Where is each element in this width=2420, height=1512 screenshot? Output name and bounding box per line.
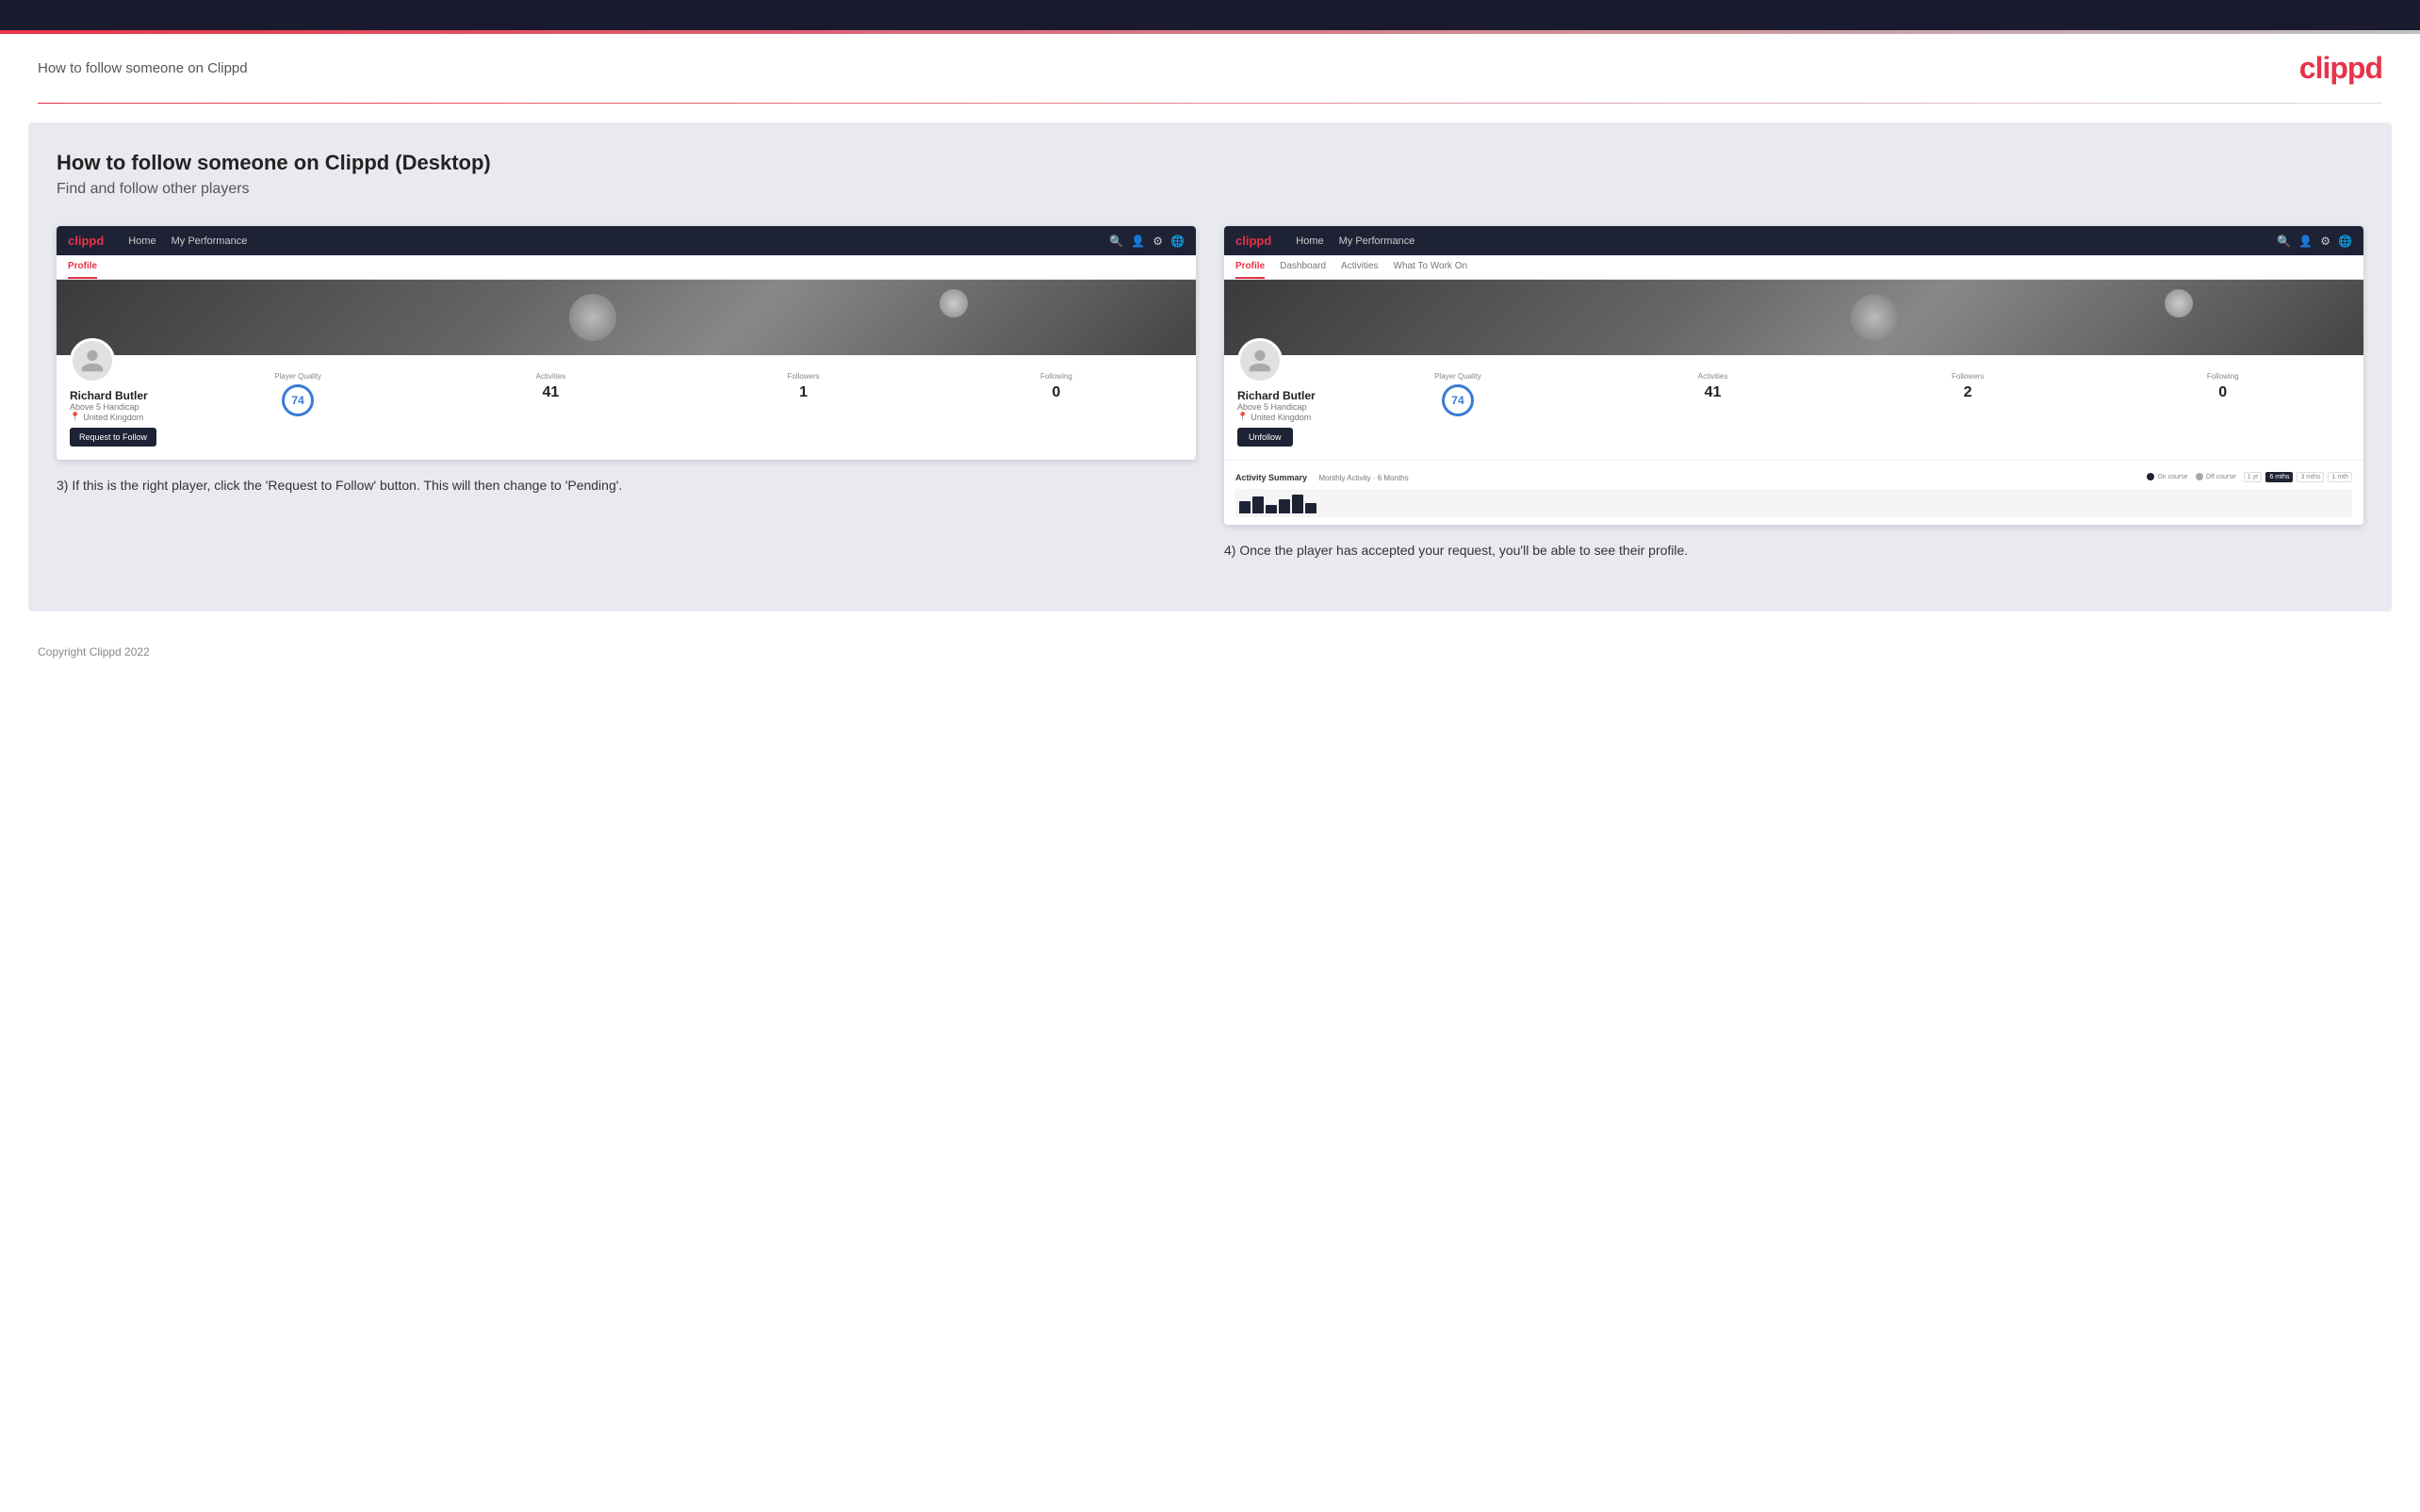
- mockup-2-profile: Richard Butler Above 5 Handicap 📍 United…: [1224, 355, 2363, 460]
- activity-header: Activity Summary Monthly Activity · 6 Mo…: [1235, 468, 2352, 485]
- avatar-2: [1237, 338, 1283, 383]
- mockup-2-banner: [1224, 280, 2363, 355]
- filter-1yr[interactable]: 1 yr: [2244, 472, 2263, 482]
- header: How to follow someone on Clippd clippd: [0, 34, 2420, 103]
- main-content: How to follow someone on Clippd (Desktop…: [28, 122, 2392, 611]
- stat-following-2: Following 0: [2095, 372, 2350, 447]
- activity-chart: [1235, 489, 2352, 517]
- chart-bar-6: [1305, 503, 1316, 513]
- search-icon-2[interactable]: 🔍: [2277, 235, 2291, 248]
- stat-quality-2: Player Quality 74: [1331, 372, 1586, 447]
- chart-bar-2: [1252, 496, 1264, 513]
- chart-bar-3: [1266, 505, 1277, 513]
- mockup-2-nav: clippd Home My Performance 🔍 👤 ⚙ 🌐: [1224, 226, 2363, 255]
- description-3: 3) If this is the right player, click th…: [57, 475, 1196, 496]
- header-divider: [38, 103, 2382, 104]
- mockup-1-nav-icons: 🔍 👤 ⚙ 🌐: [1109, 235, 1185, 248]
- page-heading: How to follow someone on Clippd (Desktop…: [57, 151, 2363, 175]
- search-icon[interactable]: 🔍: [1109, 235, 1123, 248]
- settings-icon[interactable]: ⚙: [1153, 235, 1163, 248]
- stat-quality-1: Player Quality 74: [172, 372, 424, 447]
- quality-circle-2: 74: [1442, 384, 1474, 416]
- copyright: Copyright Clippd 2022: [38, 645, 150, 658]
- filter-6mths[interactable]: 6 mths: [2265, 472, 2293, 482]
- mockup-1-profile: Richard Butler Above 5 Handicap 📍 United…: [57, 355, 1196, 460]
- activity-legend: On course Off course: [2147, 473, 2235, 480]
- player-name-1: Richard Butler: [70, 389, 156, 402]
- mockup-1-nav-home[interactable]: Home: [128, 236, 155, 247]
- activity-filters: 1 yr 6 mths 3 mths 1 mth: [2244, 472, 2352, 482]
- stat-activities-1: Activities 41: [424, 372, 677, 447]
- banner-circle-3: [1851, 294, 1898, 341]
- logo: clippd: [2299, 51, 2382, 86]
- banner-circle-1: [569, 294, 616, 341]
- mockup-2-logo: clippd: [1235, 234, 1271, 248]
- filter-3mths[interactable]: 3 mths: [2297, 472, 2324, 482]
- mockup-2-nav-home[interactable]: Home: [1296, 236, 1323, 247]
- activity-title: Activity Summary: [1235, 473, 1307, 482]
- tab-profile-2[interactable]: Profile: [1235, 261, 1265, 279]
- stat-activities-2: Activities 41: [1585, 372, 1840, 447]
- screenshot-col-2: clippd Home My Performance 🔍 👤 ⚙ 🌐 Profi…: [1224, 226, 2363, 561]
- banner-circle-4: [2165, 289, 2193, 317]
- mockup-2-activity: Activity Summary Monthly Activity · 6 Mo…: [1224, 460, 2363, 525]
- location-icon-1: 📍: [70, 412, 80, 422]
- player-hcp-1: Above 5 Handicap: [70, 402, 156, 412]
- stat-followers-1: Followers 1: [678, 372, 930, 447]
- chart-bar-5: [1292, 495, 1303, 513]
- top-bar: [0, 0, 2420, 30]
- unfollow-button[interactable]: Unfollow: [1237, 428, 1293, 447]
- tab-profile[interactable]: Profile: [68, 261, 97, 279]
- legend-oncourse: On course: [2147, 473, 2187, 480]
- screenshots-row: clippd Home My Performance 🔍 👤 ⚙ 🌐 Profi…: [57, 226, 2363, 561]
- stat-followers-2: Followers 2: [1840, 372, 2096, 447]
- mockup-2: clippd Home My Performance 🔍 👤 ⚙ 🌐 Profi…: [1224, 226, 2363, 525]
- mockup-1-nav: clippd Home My Performance 🔍 👤 ⚙ 🌐: [57, 226, 1196, 255]
- legend-dot-oncourse: [2147, 473, 2154, 480]
- chart-bar-1: [1239, 501, 1251, 513]
- mockup-1-logo: clippd: [68, 234, 104, 248]
- banner-circle-2: [940, 289, 968, 317]
- player-location-2: 📍 United Kingdom: [1237, 412, 1316, 422]
- chart-bar-4: [1279, 499, 1290, 513]
- mockup-2-nav-icons: 🔍 👤 ⚙ 🌐: [2277, 235, 2352, 248]
- tab-activities[interactable]: Activities: [1341, 261, 1378, 279]
- tab-dashboard[interactable]: Dashboard: [1280, 261, 1326, 279]
- request-to-follow-button[interactable]: Request to Follow: [70, 428, 156, 447]
- mockup-1-banner-img: [57, 280, 1196, 355]
- user-icon[interactable]: 👤: [1131, 235, 1145, 248]
- header-title: How to follow someone on Clippd: [38, 60, 248, 76]
- tab-whattoworkon[interactable]: What To Work On: [1394, 261, 1468, 279]
- mockup-1-tabs: Profile: [57, 255, 1196, 280]
- user-icon-2[interactable]: 👤: [2298, 235, 2313, 248]
- location-icon-2: 📍: [1237, 412, 1248, 422]
- mockup-2-banner-img: [1224, 280, 2363, 355]
- mockup-1-nav-myperformance[interactable]: My Performance: [172, 236, 248, 247]
- activity-subtitle: Monthly Activity · 6 Months: [1318, 474, 1408, 482]
- globe-icon-2[interactable]: 🌐: [2338, 235, 2352, 248]
- description-4: 4) Once the player has accepted your req…: [1224, 540, 2363, 561]
- legend-offcourse: Off course: [2196, 473, 2236, 480]
- legend-dot-offcourse: [2196, 473, 2203, 480]
- mockup-1-banner: [57, 280, 1196, 355]
- player-name-2: Richard Butler: [1237, 389, 1316, 402]
- footer: Copyright Clippd 2022: [0, 630, 2420, 674]
- globe-icon[interactable]: 🌐: [1170, 235, 1185, 248]
- avatar-1: [70, 338, 115, 383]
- mockup-2-nav-myperformance[interactable]: My Performance: [1339, 236, 1415, 247]
- settings-icon-2[interactable]: ⚙: [2320, 235, 2330, 248]
- mockup-2-tabs: Profile Dashboard Activities What To Wor…: [1224, 255, 2363, 280]
- player-location-1: 📍 United Kingdom: [70, 412, 156, 422]
- filter-1mth[interactable]: 1 mth: [2328, 472, 2352, 482]
- screenshot-col-1: clippd Home My Performance 🔍 👤 ⚙ 🌐 Profi…: [57, 226, 1196, 561]
- mockup-1: clippd Home My Performance 🔍 👤 ⚙ 🌐 Profi…: [57, 226, 1196, 460]
- stat-following-1: Following 0: [930, 372, 1183, 447]
- page-subheading: Find and follow other players: [57, 181, 2363, 198]
- quality-circle-1: 74: [282, 384, 314, 416]
- player-hcp-2: Above 5 Handicap: [1237, 402, 1316, 412]
